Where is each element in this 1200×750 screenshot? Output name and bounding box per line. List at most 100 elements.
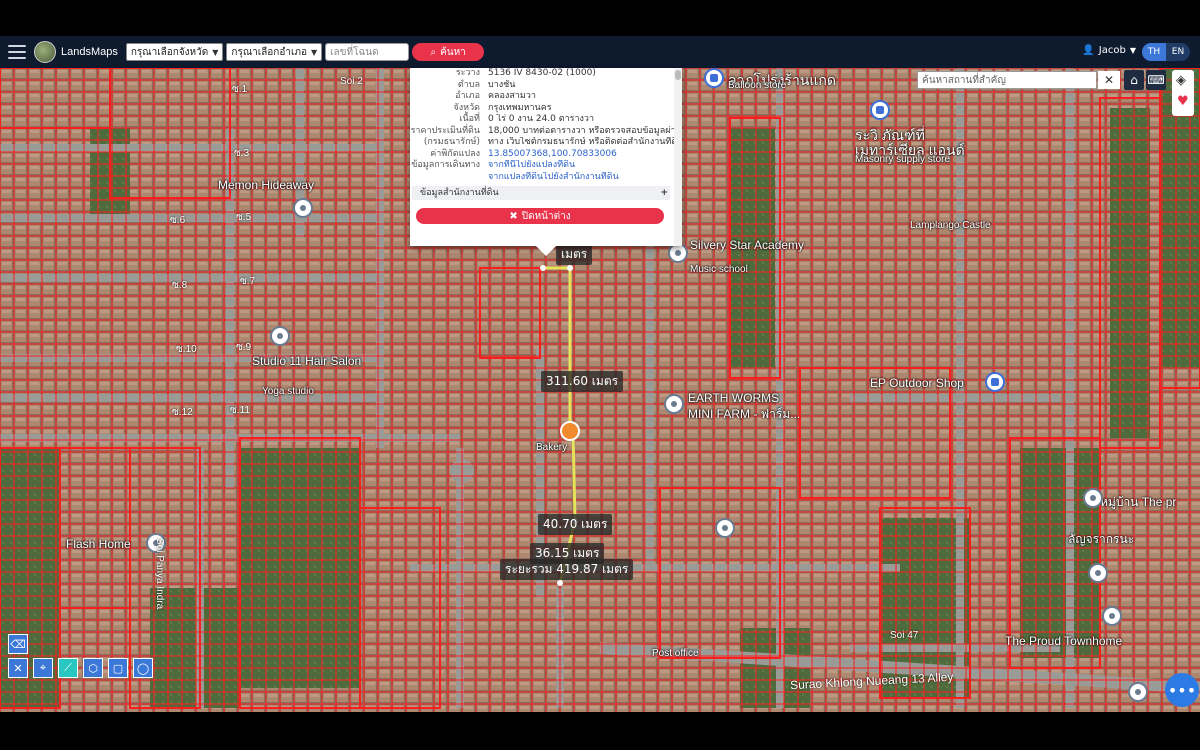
poi-ep-outdoor-shop[interactable]: EP Outdoor Shop [870, 376, 964, 390]
language-toggle[interactable]: TH EN [1142, 43, 1190, 61]
info-row-price-source: (กรมธนารักษ์) ทาง เว็บไซต์กรมธนารักษ์ หรื… [410, 137, 682, 149]
deed-number-input[interactable]: เลขที่โฉนด [325, 43, 410, 61]
land-office-section[interactable]: ข้อมูลสำนักงานที่ดิน + [412, 186, 670, 200]
poi-pin-icon[interactable] [870, 100, 890, 120]
cancel-draw-tool[interactable]: ✕ [8, 658, 28, 678]
poi-pin-icon[interactable] [668, 243, 688, 263]
marker-tool[interactable]: ⌖ [33, 658, 53, 678]
province-select[interactable]: กรุณาเลือกจังหวัด ▼ [125, 43, 224, 61]
poi-lamplango-castle[interactable]: Lamplango Castle [910, 220, 991, 231]
land-office-section-label: ข้อมูลสำนักงานที่ดิน [420, 188, 499, 198]
info-value: กรุงเทพมหานคร [488, 102, 552, 113]
user-icon: 👤 [1082, 45, 1095, 56]
poi-the-pr[interactable]: หมู่บ้าน The pr [1100, 493, 1176, 512]
coordinates-link[interactable]: 13.85007368,100.70833006 [488, 149, 682, 161]
poi-pin-icon[interactable] [1102, 606, 1122, 626]
close-window-label: ปิดหน้าต่าง [521, 210, 571, 222]
poi-silvery-star-academy[interactable]: Silvery Star Academy [690, 238, 804, 252]
letterbox-bottom [0, 712, 1200, 750]
close-icon: ✖ [509, 210, 518, 222]
poi-pin-icon[interactable] [1128, 682, 1148, 702]
poi-flash-home[interactable]: Flash Home [66, 537, 131, 551]
poi-proud-townhome[interactable]: The Proud Townhome [1005, 634, 1122, 648]
info-value[interactable]: ทาง เว็บไซต์กรมธนารักษ์ หรือติดต่อสำนักง… [488, 137, 682, 149]
poi-pin-icon[interactable] [715, 518, 735, 538]
poi-pin-icon[interactable] [1083, 488, 1103, 508]
place-search-input[interactable]: ค้นหาสถานที่สำคัญ [917, 71, 1097, 89]
poi-earth-worms[interactable]: EARTH WORMS [688, 391, 779, 405]
info-key: ตำบล [457, 79, 480, 90]
search-button-label: ค้นหา [440, 46, 466, 58]
close-window-button[interactable]: ✖ ปิดหน้าต่าง [416, 208, 664, 224]
expand-plus-icon[interactable]: + [660, 186, 668, 200]
directions-to-office-link[interactable]: จากแปลงที่ดินไปยังสำนักงานที่ดิน [488, 172, 682, 184]
info-value: 0 ไร่ 0 งาน 24.0 ตารางวา [488, 114, 595, 124]
search-icon: ⌕ [430, 46, 437, 58]
poi-studio-11[interactable]: Studio 11 Hair Salon [252, 354, 361, 368]
info-key: เนื้อที่ [459, 114, 480, 124]
info-key: (กรมธนารักษ์) [423, 137, 480, 147]
polygon-tool[interactable]: ⬡ [83, 658, 103, 678]
info-row-amphoe: อำเภอ คลองสามวา [410, 91, 682, 103]
eraser-tool[interactable]: ⌫ [8, 634, 28, 654]
poi-masonry-type: Masonry supply store [855, 154, 951, 165]
measurement-label: 40.70 เมตร [538, 514, 613, 535]
road-label: Soi 47 [890, 630, 919, 641]
road-label: ซ.10 [176, 344, 197, 355]
poi-pin-icon[interactable] [1088, 563, 1108, 583]
poi-memon-hideaway[interactable]: Memon Hideaway [218, 178, 314, 192]
info-value: บางชัน [488, 79, 516, 90]
info-key: จังหวัด [453, 102, 481, 113]
info-key: ราคาประเมินที่ดิน [410, 125, 480, 136]
landsmaps-logo [34, 41, 56, 63]
road-label: ซ.5 [236, 212, 252, 223]
poi-pin-icon[interactable] [985, 372, 1005, 392]
lang-th[interactable]: TH [1142, 43, 1166, 61]
road-label: Soi Panya Indra [154, 538, 165, 610]
poi-bakery-type: Bakery [536, 442, 568, 453]
road-label: ซ.3 [234, 148, 250, 159]
directions-to-parcel-link[interactable]: จากที่นี่ไปยังแปลงที่ดิน [488, 160, 682, 172]
poi-music-school-type: Music school [690, 264, 748, 275]
home-icon[interactable]: ⌂ [1124, 70, 1144, 90]
poi-pin-icon[interactable] [664, 394, 684, 414]
layers-panel[interactable]: ◈ ♥ [1172, 70, 1194, 116]
poi-pin-icon[interactable] [293, 198, 313, 218]
road-label: Soi 2 [340, 76, 363, 87]
province-select-value: กรุณาเลือกจังหวัด [130, 46, 209, 58]
popup-scrollbar[interactable] [674, 68, 682, 246]
rectangle-tool[interactable]: ▢ [108, 658, 128, 678]
info-row-tambon: ตำบล บางชัน [410, 80, 682, 92]
menu-icon[interactable] [8, 45, 26, 59]
info-row-travel: ข้อมูลการเดินทาง จากที่นี่ไปยังแปลงที่ดิน [410, 160, 682, 172]
info-row-area: เนื้อที่ 0 ไร่ 0 งาน 24.0 ตารางวา [410, 114, 682, 126]
popup-pointer [536, 246, 556, 256]
poi-pin-icon[interactable] [270, 326, 290, 346]
search-button[interactable]: ⌕ ค้นหา [412, 43, 485, 61]
layers-icon[interactable]: ◈ [1176, 73, 1186, 88]
measure-line-tool[interactable]: ⟋ [58, 658, 78, 678]
road-label: ซ.6 [170, 215, 186, 226]
chevron-down-icon: ▼ [310, 47, 318, 57]
favorite-heart-icon[interactable]: ♥ [1177, 94, 1189, 109]
poi-post-office[interactable]: Post office [652, 648, 699, 659]
road-label: ซ.9 [236, 342, 252, 353]
lang-en[interactable]: EN [1166, 43, 1190, 61]
clear-search-icon[interactable]: ✕ [1098, 71, 1120, 89]
poi-pin-icon[interactable] [704, 68, 724, 88]
poi-lanjara[interactable]: ลัญจรากรนะ [1068, 530, 1134, 549]
scrollbar-thumb[interactable] [675, 70, 681, 80]
parcel-info-popup: ระวาง 5136 IV 8430-02 (1000) ตำบล บางชัน อ… [410, 68, 682, 256]
road-label: ซ.1 [232, 84, 248, 95]
poi-mini-farm[interactable]: MINI FARM - ฟาร์ม... [688, 405, 800, 424]
chevron-down-icon: ▼ [1129, 46, 1136, 55]
user-menu[interactable]: 👤 Jacob ▼ [1082, 45, 1136, 56]
chat-icon[interactable]: ••• [1165, 673, 1199, 707]
keyboard-icon[interactable]: ⌨ [1146, 70, 1166, 90]
info-row-travel-office: จากแปลงที่ดินไปยังสำนักงานที่ดิน [410, 172, 682, 184]
circle-tool[interactable]: ◯ [133, 658, 153, 678]
info-row-coordinates: ค่าพิกัดแปลง 13.85007368,100.70833006 [410, 149, 682, 161]
amphoe-select[interactable]: กรุณาเลือกอำเภอ ▼ [226, 43, 323, 61]
road-label: ซ.12 [172, 407, 193, 418]
brand-name: LandsMaps [61, 46, 118, 58]
